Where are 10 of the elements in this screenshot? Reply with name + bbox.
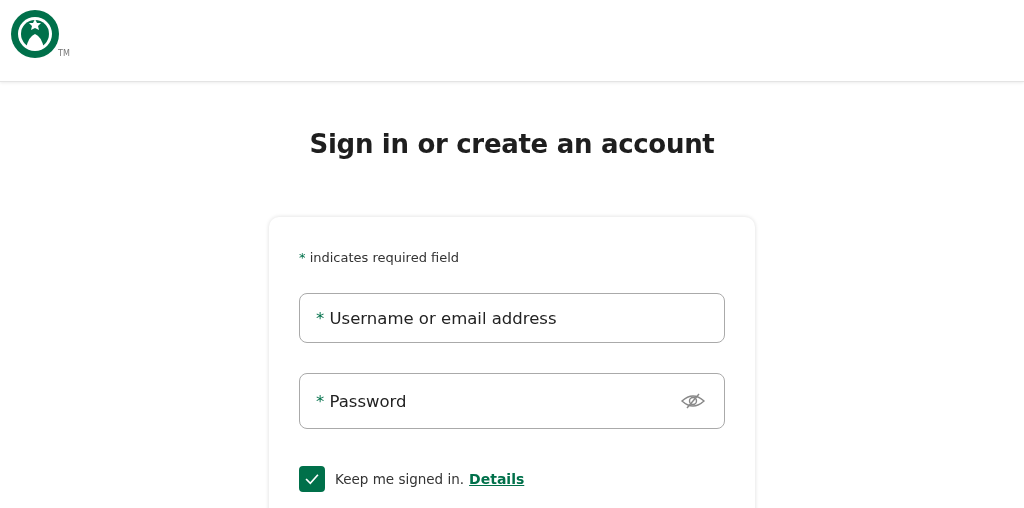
- hidden-eye-icon[interactable]: [680, 392, 706, 410]
- trademark-mark: TM: [58, 49, 70, 58]
- details-link[interactable]: Details: [469, 471, 525, 487]
- required-note: * indicates required field: [299, 250, 461, 265]
- keep-signed-in-checkbox[interactable]: [299, 466, 325, 492]
- password-field[interactable]: * Password: [299, 373, 725, 429]
- username-field[interactable]: * Username or email address: [299, 293, 725, 343]
- page-title: Sign in or create an account: [308, 129, 716, 159]
- keep-signed-in-label: Keep me signed in.: [335, 471, 465, 487]
- logo-icon[interactable]: [11, 10, 59, 58]
